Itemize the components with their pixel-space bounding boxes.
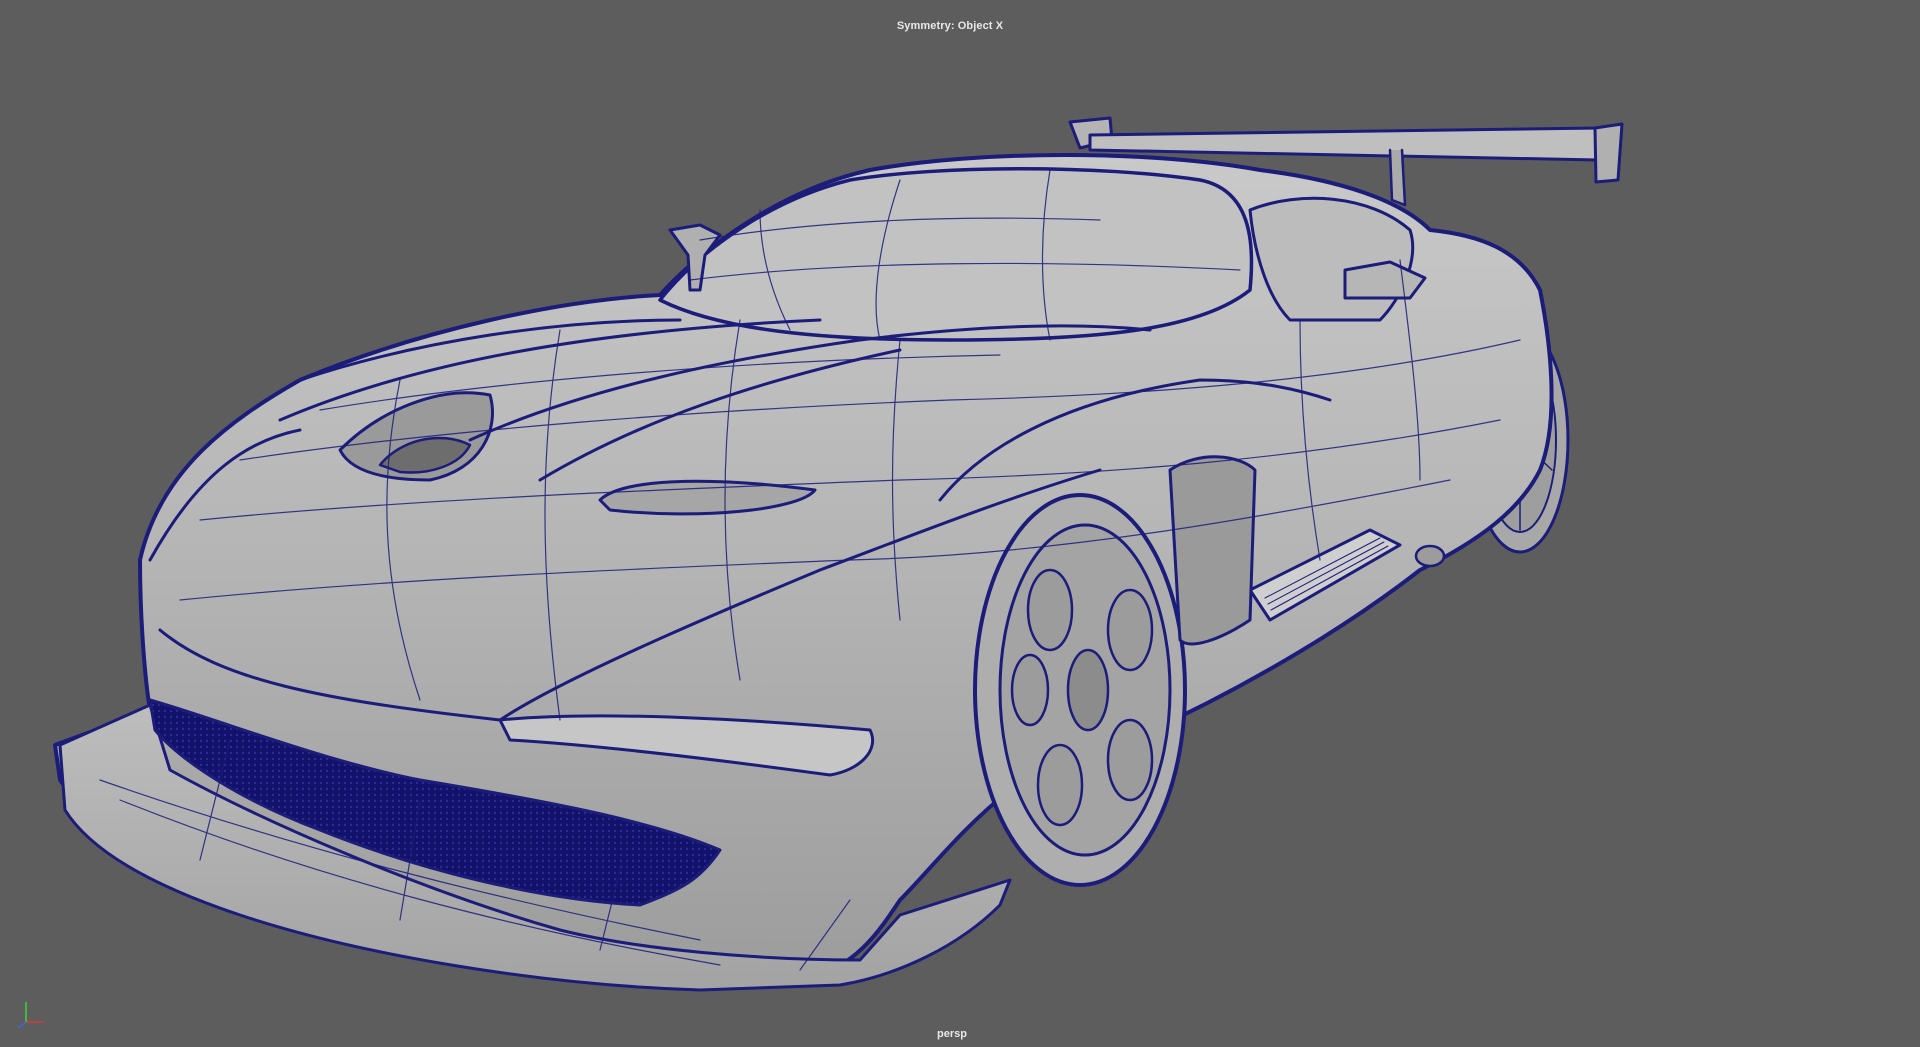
- front-wheel: [973, 493, 1187, 887]
- car-wireframe: [53, 116, 1624, 992]
- camera-name: persp: [937, 1028, 967, 1040]
- axis-gizmo: [17, 1002, 44, 1029]
- car-model[interactable]: [0, 0, 1920, 1047]
- maya-viewport[interactable]: Symmetry: Object X persp: [0, 0, 1920, 1047]
- windshield: [658, 167, 1254, 342]
